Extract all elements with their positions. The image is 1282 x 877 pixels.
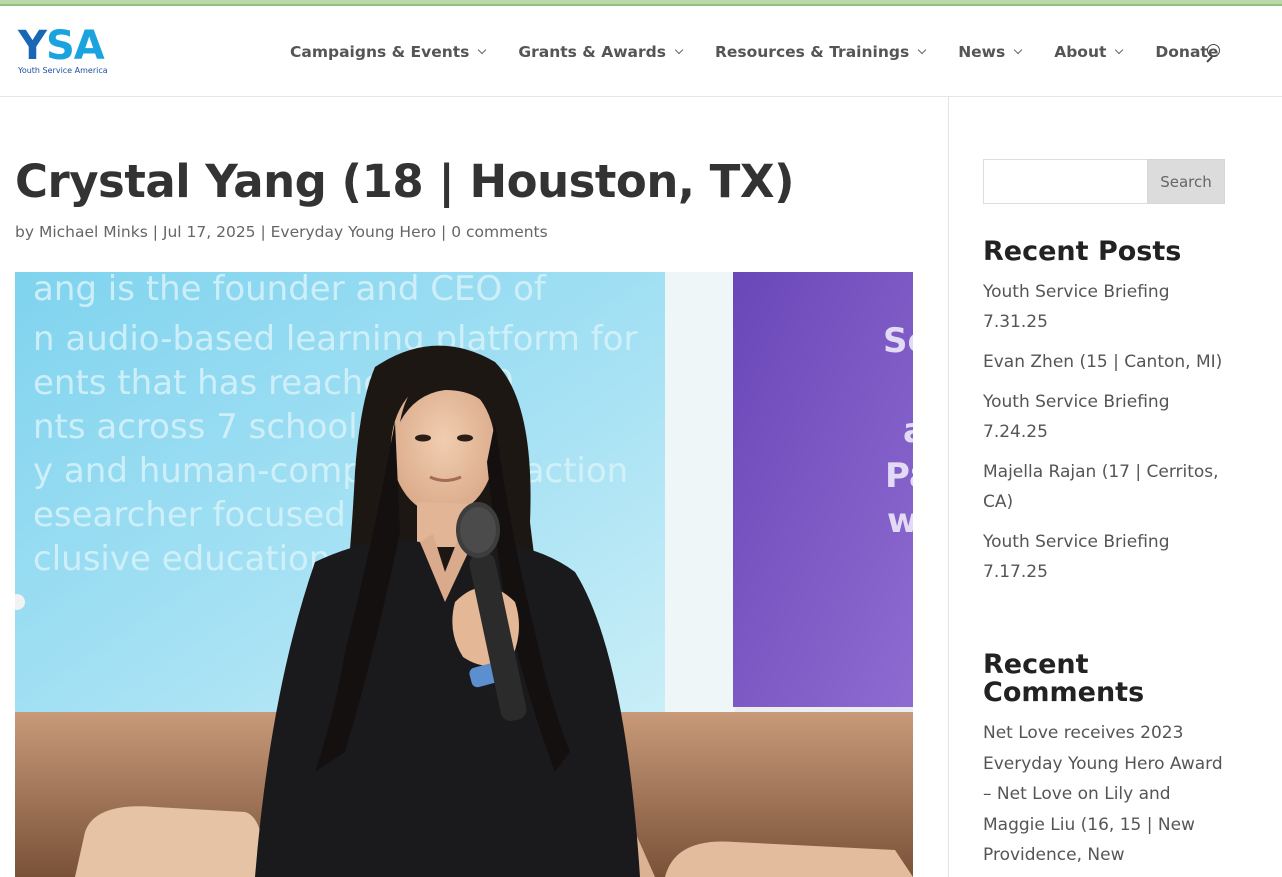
nav-news[interactable]: News (958, 43, 1023, 61)
recent-post-link[interactable]: Youth Service Briefing 7.24.25 (983, 387, 1228, 447)
slide-text-line: n audio-based learning platform for (33, 319, 637, 359)
side-slide-text: Pa (885, 456, 913, 496)
search-input[interactable] (983, 159, 1148, 204)
sidebar-divider (948, 97, 949, 877)
recent-post-link[interactable]: Youth Service Briefing 7.17.25 (983, 527, 1228, 587)
post-title: Crystal Yang (18 | Houston, TX) (15, 155, 795, 208)
recent-comments-list: Net Love receives 2023 Everyday Young He… (983, 718, 1228, 871)
slide-text-line: y and human-computer interaction (33, 451, 628, 491)
slide-text-line: nts across 7 schools (33, 407, 375, 447)
recent-post-link[interactable]: Evan Zhen (15 | Canton, MI) (983, 347, 1228, 377)
recent-posts-title: Recent Posts (983, 236, 1182, 267)
chevron-down-icon (674, 45, 684, 55)
logo-tagline: Youth Service America (18, 66, 108, 75)
chevron-down-icon (917, 45, 927, 55)
slide-text-line: esearcher focused on (33, 495, 399, 535)
side-slide-text: w (887, 501, 913, 541)
post-date: Jul 17, 2025 (162, 223, 256, 241)
chevron-down-icon (1115, 45, 1124, 55)
author-link[interactable]: Michael Minks (39, 223, 148, 241)
recent-comment-item[interactable]: Net Love receives 2023 Everyday Young He… (983, 718, 1228, 871)
side-slide-text: a (903, 411, 913, 451)
chevron-down-icon (1013, 45, 1023, 55)
nav-grants-awards[interactable]: Grants & Awards (518, 43, 684, 61)
recent-posts-list: Youth Service Briefing 7.31.25 Evan Zhen… (983, 277, 1228, 597)
nav-resources-trainings[interactable]: Resources & Trainings (715, 43, 927, 61)
recent-comments-title: Recent Comments (983, 649, 1145, 708)
featured-image: ang is the founder and CEO of n audio-ba… (15, 272, 913, 877)
slide-text-line: clusive education (33, 539, 330, 579)
sidebar-search: Search (983, 159, 1225, 204)
comments-link[interactable]: 0 comments (451, 223, 548, 241)
nav-campaigns-events[interactable]: Campaigns & Events (290, 43, 487, 61)
recent-post-link[interactable]: Majella Rajan (17 | Cerritos, CA) (983, 457, 1228, 517)
main-nav: Campaigns & Events Grants & Awards Resou… (290, 40, 1251, 64)
category-link[interactable]: Everyday Young Hero (271, 223, 437, 241)
chevron-down-icon (478, 45, 487, 55)
ysa-logo[interactable]: YSA Youth Service America (18, 24, 110, 80)
slide-text-line: ang is the founder and CEO of (33, 272, 547, 309)
side-slide-text: Sc (883, 321, 913, 361)
site-header: YSA Youth Service America Campaigns & Ev… (0, 6, 1282, 97)
search-button[interactable]: Search (1147, 159, 1225, 204)
nav-about[interactable]: About (1054, 43, 1124, 61)
search-icon[interactable] (1204, 42, 1224, 64)
recent-post-link[interactable]: Youth Service Briefing 7.31.25 (983, 277, 1228, 337)
post-meta: by Michael Minks | Jul 17, 2025 | Everyd… (15, 223, 548, 241)
